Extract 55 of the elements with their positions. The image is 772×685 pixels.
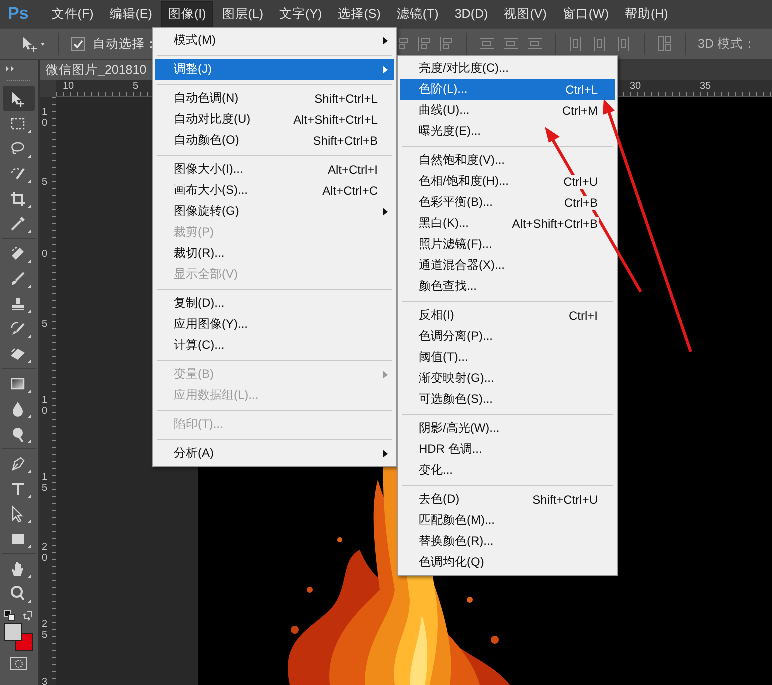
menu-item[interactable]: 复制(D)...	[155, 293, 394, 314]
ruler-label: 10	[42, 395, 48, 417]
ruler-label: 20	[42, 542, 48, 564]
ruler-label: 5	[42, 177, 48, 188]
menu-item[interactable]: 滤镜(T)	[390, 0, 446, 28]
app-logo: Ps	[8, 4, 29, 24]
menu-item[interactable]: 视图(V)	[497, 0, 554, 28]
menu-item[interactable]: 图像大小(I)... Alt+Ctrl+I	[155, 159, 394, 180]
ruler-label: 10	[42, 107, 48, 129]
ruler-label: 35	[700, 81, 712, 92]
menu-item[interactable]: 模式(M)	[155, 30, 394, 51]
ruler-label: 3	[42, 677, 48, 685]
quick-mask-icon[interactable]	[10, 657, 28, 671]
submenu-arrow-icon	[383, 208, 388, 216]
auto-select-label: 自动选择：	[93, 36, 158, 52]
ruler-label: 5	[42, 319, 48, 330]
menu-item[interactable]: 自动色调(N) Shift+Ctrl+L	[155, 88, 394, 109]
submenu-arrow-icon	[383, 450, 388, 458]
grip-icon[interactable]	[7, 80, 31, 83]
submenu-arrow-icon	[383, 370, 388, 378]
menu-item[interactable]: 分析(A)	[155, 443, 394, 464]
menu-item[interactable]: 编辑(E)	[102, 0, 160, 28]
3d-mode-label: 3D 模式：	[698, 36, 756, 52]
menu-item[interactable]: 图像旋转(G)	[155, 201, 394, 222]
align-icon[interactable]	[396, 36, 410, 52]
menu-item[interactable]: 选择(S)	[331, 0, 388, 28]
ruler-label: 25	[42, 619, 48, 641]
ruler-label: 0	[42, 249, 48, 260]
menu-item[interactable]: 帮助(H)	[618, 0, 676, 28]
menu-item[interactable]: 应用图像(Y)...	[155, 314, 394, 335]
menu-item[interactable]: 窗口(W)	[556, 0, 616, 28]
menu-item[interactable]: 画布大小(S)... Alt+Ctrl+C	[155, 180, 394, 201]
checkbox[interactable]	[71, 37, 85, 51]
ruler-label: 5	[133, 81, 139, 92]
menu-item[interactable]: 自动对比度(U) Alt+Shift+Ctrl+L	[155, 109, 394, 130]
default-colors-icon[interactable]	[4, 610, 15, 621]
menu-item[interactable]: 自动颜色(O) Shift+Ctrl+B	[155, 130, 394, 151]
swap-icon[interactable]	[23, 610, 34, 621]
menu-item[interactable]: 文字(Y)	[272, 0, 330, 28]
menu-item[interactable]: 计算(C)...	[155, 335, 394, 356]
ruler-label: 30	[630, 81, 642, 92]
menu-item[interactable]: 图像(I)	[161, 0, 214, 28]
collapse-icon[interactable]	[6, 66, 16, 72]
move-tool-icon[interactable]	[20, 35, 46, 53]
menu-item[interactable]: 3D(D)	[448, 2, 496, 26]
ruler-label: 10	[63, 81, 74, 92]
submenu-arrow-icon	[383, 66, 388, 74]
ruler-label: 15	[42, 472, 48, 494]
menu-item[interactable]: 文件(F)	[44, 0, 101, 28]
menu-item[interactable]: 图层(L)	[215, 0, 271, 28]
menu-item[interactable]: 色阶(L)... Ctrl+L	[400, 79, 615, 100]
submenu-arrow-icon	[383, 36, 388, 44]
menu-item[interactable]: 调整(J)	[155, 59, 394, 80]
color-swatches-icon[interactable]	[3, 623, 35, 653]
menu-item[interactable]: 裁切(R)...	[155, 243, 394, 264]
